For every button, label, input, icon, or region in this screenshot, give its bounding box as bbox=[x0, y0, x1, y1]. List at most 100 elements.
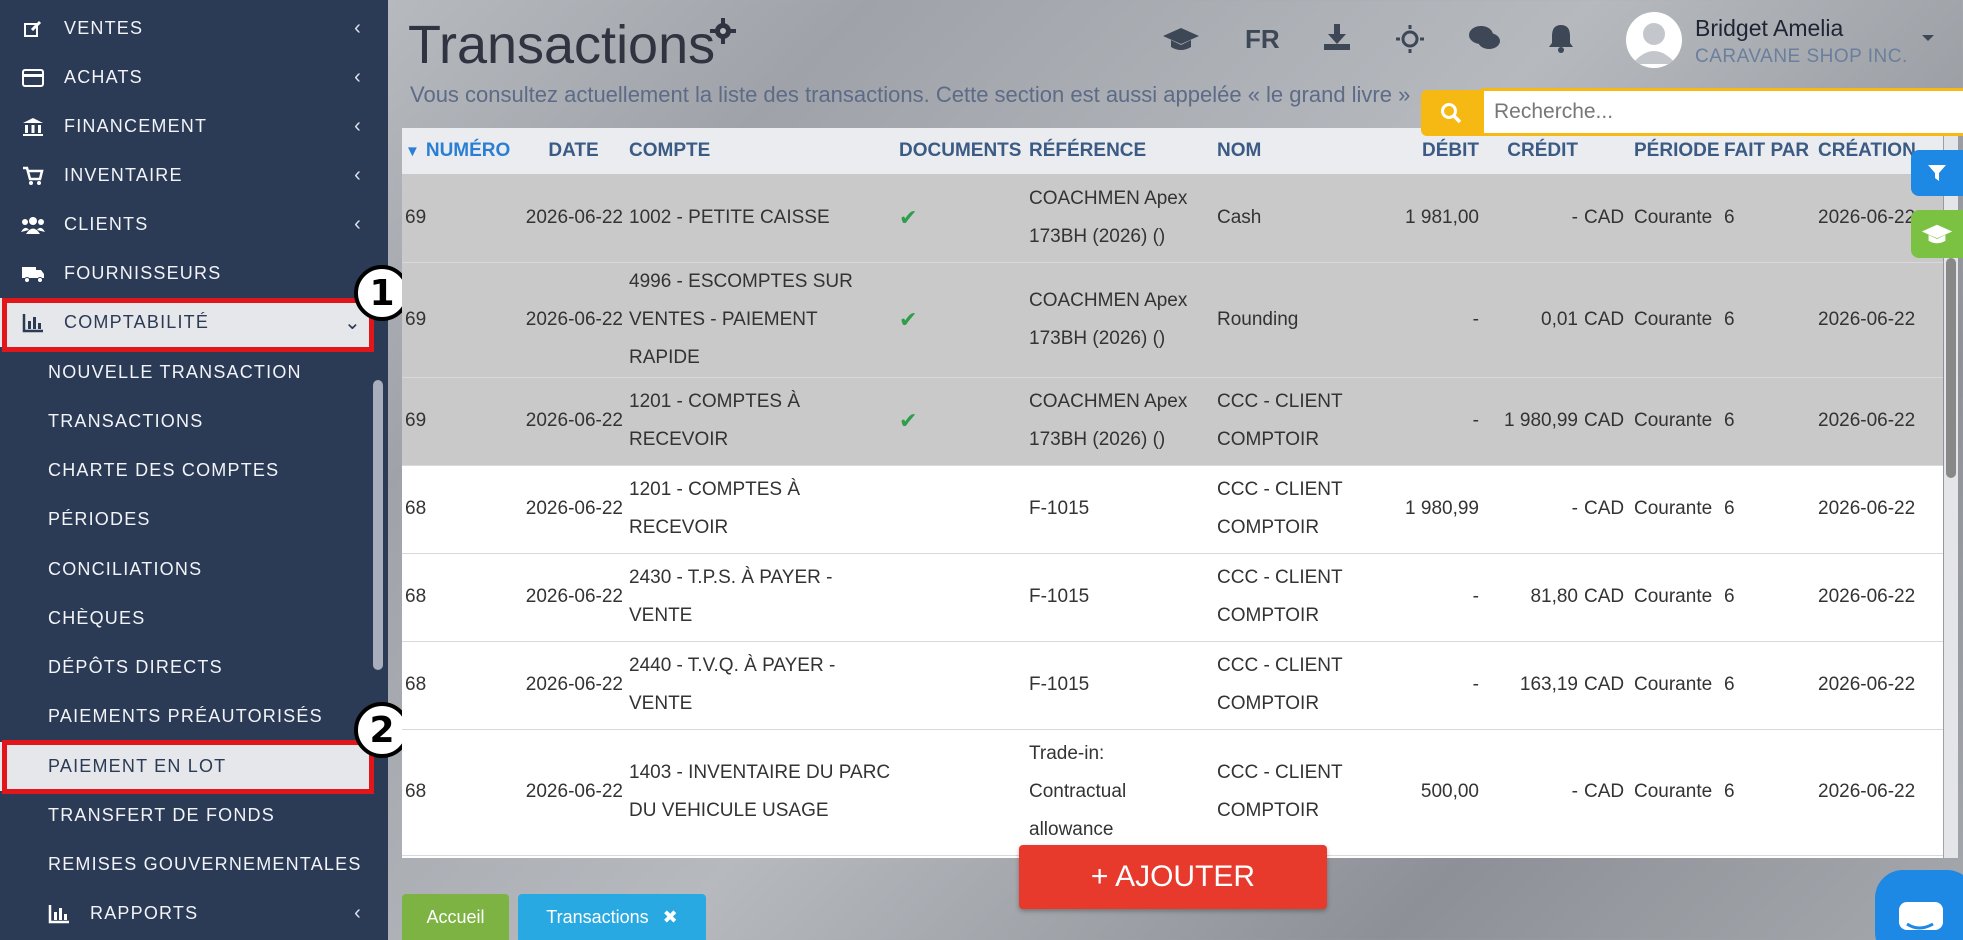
sidebar-item-achats[interactable]: ACHATS ‹ bbox=[0, 53, 372, 102]
bell-icon[interactable] bbox=[1547, 22, 1575, 59]
table-row[interactable]: 69 2026-06-22 1201 - COMPTES À RECEVOIR ✔ COA… bbox=[402, 377, 1943, 466]
sidebar-item-clients[interactable]: CLIENTS ‹ bbox=[0, 200, 372, 249]
close-icon[interactable]: ✖ bbox=[663, 907, 678, 928]
cell-nom: CCC - CLIENT COMPTOIR bbox=[1214, 465, 1374, 554]
sidebar-subitem-remises-gouvernementales[interactable]: REMISES GOUVERNEMENTALES bbox=[0, 840, 372, 889]
sidebar-item-label: VENTES bbox=[64, 18, 144, 38]
users-icon bbox=[20, 215, 46, 235]
sidebar-subitem-paiement-en-lot[interactable]: PAIEMENT EN LOT bbox=[0, 742, 372, 791]
cell-nom-line: COMPTOIR bbox=[1217, 800, 1320, 821]
chevron-down-icon: ⌄ bbox=[344, 312, 362, 334]
cell-debit: - bbox=[1374, 553, 1482, 642]
cell-numero: 69 bbox=[402, 174, 521, 263]
chat-icon[interactable] bbox=[1467, 24, 1501, 57]
tab-transactions[interactable]: Transactions ✖ bbox=[518, 894, 706, 940]
column-header-compte[interactable]: COMPTE bbox=[626, 128, 896, 174]
sidebar-subitem-paiements-preautorises[interactable]: PAIEMENTS PRÉAUTORISÉS bbox=[0, 692, 372, 741]
sidebar-item-label: ACHATS bbox=[64, 67, 143, 87]
cell-numero: 68 bbox=[402, 729, 521, 856]
sidebar-subitem-charte-des-comptes[interactable]: CHARTE DES COMPTES bbox=[0, 446, 372, 495]
tab-accueil[interactable]: Accueil bbox=[402, 894, 509, 940]
sidebar-item-comptabilite[interactable]: COMPTABILITÉ ⌄ bbox=[0, 298, 372, 347]
cell-nom-line: Rounding bbox=[1217, 308, 1299, 330]
table-row[interactable]: 69 2026-06-22 4996 - ESCOMPTES SUR VENTES -… bbox=[402, 262, 1943, 378]
avatar[interactable] bbox=[1626, 12, 1682, 68]
cell-periode: Courante bbox=[1631, 174, 1721, 263]
filter-button[interactable] bbox=[1911, 150, 1963, 196]
caret-down-icon[interactable] bbox=[1921, 30, 1935, 48]
sidebar-subitem-transfert-de-fonds[interactable]: TRANSFERT DE FONDS bbox=[0, 791, 372, 840]
table-row[interactable]: 69 2026-06-22 1002 - PETITE CAISSE ✔ COACHME… bbox=[402, 174, 1943, 263]
cell-creation: 2026-06-22 bbox=[1815, 553, 1943, 642]
cell-credit: 163,19 bbox=[1482, 641, 1581, 730]
cell-nom: Rounding bbox=[1214, 262, 1374, 378]
table-row[interactable]: 68 2026-06-22 2440 - T.V.Q. À PAYER - VENTE… bbox=[402, 641, 1943, 730]
sidebar-subitem-cheques[interactable]: CHÈQUES bbox=[0, 594, 372, 643]
cell-documents bbox=[896, 465, 1026, 554]
column-header-date[interactable]: DATE bbox=[521, 128, 626, 174]
cell-documents: ✔ bbox=[896, 377, 1026, 466]
column-header-reference[interactable]: RÉFÉRENCE bbox=[1026, 128, 1214, 174]
cell-reference: F-1015 bbox=[1026, 465, 1214, 554]
column-header-documents[interactable]: DOCUMENTS bbox=[896, 128, 1026, 174]
cell-reference-line: 173BH (2026) () bbox=[1029, 225, 1166, 247]
sidebar-subitem-transactions[interactable]: TRANSACTIONS bbox=[0, 397, 372, 446]
sidebar-subitem-conciliations[interactable]: CONCILIATIONS bbox=[0, 545, 372, 594]
cell-date bbox=[521, 855, 626, 858]
cell-compte-line: 2430 - T.P.S. À PAYER - bbox=[629, 567, 833, 588]
add-button[interactable]: + AJOUTER bbox=[1019, 845, 1327, 909]
scrollbar-thumb[interactable] bbox=[1946, 258, 1956, 478]
tutorial-button[interactable] bbox=[1911, 210, 1963, 258]
sidebar-subitem-nouvelle-transaction[interactable]: NOUVELLE TRANSACTION bbox=[0, 348, 372, 397]
user-name[interactable]: Bridget Amelia bbox=[1695, 15, 1843, 42]
column-header-nom[interactable]: NOM bbox=[1214, 128, 1374, 174]
cell-reference-line: COACHMEN Apex bbox=[1029, 187, 1188, 209]
table-row[interactable]: 68 2026-06-22 2430 - T.P.S. À PAYER - VENTE… bbox=[402, 553, 1943, 642]
cell-date: 2026-06-22 bbox=[521, 174, 626, 263]
cell-nom-line: COMPTOIR bbox=[1217, 605, 1320, 626]
search-button[interactable] bbox=[1421, 90, 1481, 136]
graduation-cap-icon[interactable] bbox=[1162, 24, 1200, 59]
cell-reference-line: allowance bbox=[1029, 819, 1114, 840]
sidebar-item-label: INVENTAIRE bbox=[64, 165, 183, 185]
cell-periode: Courante bbox=[1631, 729, 1721, 856]
cell-currency: CAD bbox=[1581, 377, 1631, 466]
sidebar-item-label: FOURNISSEURS bbox=[64, 263, 222, 283]
cell-date: 2026-06-22 bbox=[521, 553, 626, 642]
download-icon[interactable] bbox=[1322, 22, 1352, 57]
sun-icon[interactable] bbox=[1395, 24, 1425, 59]
sidebar-subitem-depots-directs[interactable]: DÉPÔTS DIRECTS bbox=[0, 643, 372, 692]
sidebar: VENTES ‹ ACHATS ‹ FINANCEMENT ‹ INVENTAI… bbox=[0, 0, 388, 940]
sidebar-subitem-periodes[interactable]: PÉRIODES bbox=[0, 495, 372, 544]
cell-documents bbox=[896, 553, 1026, 642]
cell-fait-par: 6 bbox=[1721, 377, 1815, 466]
sidebar-item-label: FINANCEMENT bbox=[64, 116, 208, 136]
cell-date: 2026-06-22 bbox=[521, 377, 626, 466]
sidebar-item-fournisseurs[interactable]: FOURNISSEURS bbox=[0, 249, 372, 298]
cell-currency: CAD bbox=[1581, 641, 1631, 730]
language-toggle[interactable]: FR bbox=[1245, 24, 1280, 55]
sidebar-item-inventaire[interactable]: INVENTAIRE ‹ bbox=[0, 151, 372, 200]
credit-card-icon bbox=[20, 68, 46, 87]
cell-debit: 500,00 bbox=[1374, 729, 1482, 856]
chevron-left-icon: ‹ bbox=[354, 902, 362, 924]
sidebar-scrollbar[interactable] bbox=[373, 380, 383, 670]
search-input[interactable] bbox=[1481, 88, 1963, 136]
sidebar-item-ventes[interactable]: VENTES ‹ bbox=[0, 4, 372, 53]
cell-credit: - bbox=[1482, 174, 1581, 263]
table-row[interactable]: 68 2026-06-22 1403 - INVENTAIRE DU PARC DU … bbox=[402, 729, 1943, 856]
column-header-numero[interactable]: ▼ NUMÉRO bbox=[402, 128, 521, 174]
chevron-left-icon: ‹ bbox=[354, 17, 362, 39]
bank-icon bbox=[20, 117, 46, 137]
cell-nom: CCC - CLIENT COMPTOIR bbox=[1214, 641, 1374, 730]
sidebar-item-rapports[interactable]: RAPPORTS ‹ bbox=[0, 889, 372, 938]
gear-icon[interactable] bbox=[710, 18, 736, 49]
cell-compte: 2430 - T.P.S. À PAYER - VENTE bbox=[626, 553, 896, 642]
cell-compte-line: 1201 - COMPTES À bbox=[629, 479, 801, 500]
cell-nom-line: CCC - CLIENT bbox=[1217, 479, 1343, 500]
table-row[interactable]: 68 2026-06-22 1201 - COMPTES À RECEVOIR F-10… bbox=[402, 465, 1943, 554]
cell-numero: 68 bbox=[402, 465, 521, 554]
cell-debit: - bbox=[1374, 641, 1482, 730]
chat-widget-button[interactable] bbox=[1875, 870, 1963, 940]
sidebar-item-financement[interactable]: FINANCEMENT ‹ bbox=[0, 102, 372, 151]
